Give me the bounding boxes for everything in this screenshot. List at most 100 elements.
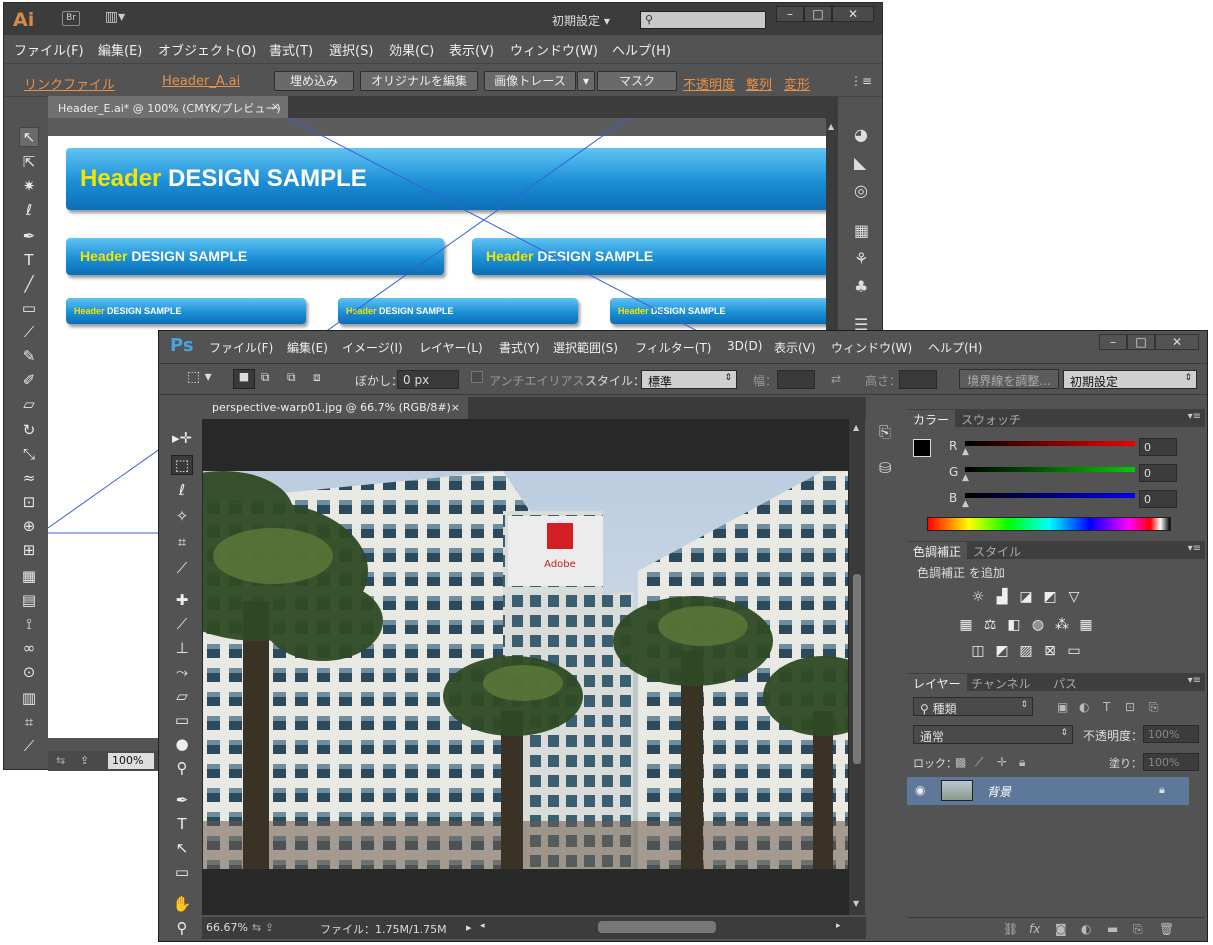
rectangle-tool-icon[interactable]: ▭	[19, 299, 39, 317]
new-group-icon[interactable]: ▬	[1107, 922, 1118, 936]
ps-menu-type[interactable]: 書式(Y)	[499, 339, 540, 356]
free-transform-tool-icon[interactable]: ⊡	[19, 493, 39, 511]
ps-menu-3d[interactable]: 3D(D)	[727, 339, 762, 353]
brightness-contrast-icon[interactable]: ☼	[969, 589, 987, 605]
workspace-switcher[interactable]: 初期設定 ▾	[552, 12, 610, 29]
help-search-input[interactable]: ⚲	[640, 11, 766, 29]
embed-button[interactable]: 埋め込み	[274, 71, 354, 91]
hand-tool-icon[interactable]: ✋	[171, 895, 193, 913]
ps-scroll-down-icon[interactable]: ▼	[853, 899, 859, 908]
eyedropper-tool-icon[interactable]: ⟟	[19, 615, 39, 633]
filter-pixel-icon[interactable]: ▣	[1057, 700, 1068, 714]
healing-brush-tool-icon[interactable]: ✚	[171, 591, 193, 609]
ps-close-button[interactable]: ✕	[1155, 334, 1199, 350]
move-tool-icon[interactable]: ▸✛	[171, 429, 193, 447]
gradient-map-icon[interactable]: ▭	[1065, 643, 1083, 659]
quick-selection-tool-icon[interactable]: ✧	[171, 507, 193, 525]
symbols-icon[interactable]: ♣	[854, 277, 868, 296]
magic-wand-tool-icon[interactable]: ✷	[19, 177, 39, 195]
filter-adjustment-icon[interactable]: ◐	[1079, 700, 1089, 714]
ps-menu-edit[interactable]: 編集(E)	[287, 339, 328, 356]
tab-swatches[interactable]: スウォッチ	[955, 410, 1027, 427]
menu-object[interactable]: オブジェクト(O)	[158, 40, 256, 59]
tab-channels[interactable]: チャンネル	[965, 674, 1037, 691]
menu-file[interactable]: ファイル(F)	[14, 40, 84, 59]
gradient-tool-icon[interactable]: ▤	[19, 591, 39, 609]
opacity-link[interactable]: 不透明度	[683, 74, 735, 93]
layer-visibility-eye-icon[interactable]: ◉	[915, 783, 925, 797]
line-tool-icon[interactable]: ╱	[19, 275, 39, 293]
ps-menu-layer[interactable]: レイヤー(L)	[419, 339, 483, 356]
g-slider-thumb[interactable]: ▲	[962, 473, 969, 483]
ps-hscroll-right-icon[interactable]: ▸	[836, 921, 841, 931]
intersect-selection-icon[interactable]: ⧈	[313, 370, 321, 385]
color-lookup-icon[interactable]: ▦	[1077, 617, 1095, 633]
b-slider-thumb[interactable]: ▲	[962, 499, 969, 509]
clone-stamp-tool-icon[interactable]: ⊥	[171, 639, 193, 657]
tab-adjustments[interactable]: 色調補正	[907, 542, 968, 559]
transform-link[interactable]: 変形	[784, 74, 810, 93]
scroll-up-icon[interactable]: ▲	[828, 122, 834, 131]
menu-edit[interactable]: 編集(E)	[98, 40, 142, 59]
warp-tool-icon[interactable]: ≈	[19, 469, 39, 487]
lock-pixels-icon[interactable]: ⟋	[975, 755, 983, 770]
direct-selection-tool-icon[interactable]: ⇱	[19, 153, 39, 171]
layer-style-icon[interactable]: fx	[1029, 922, 1040, 936]
align-link[interactable]: 整列	[746, 74, 772, 93]
ps-zoom-value[interactable]: 66.67%	[206, 921, 248, 934]
menu-select[interactable]: 選択(S)	[329, 40, 373, 59]
ps-hscroll-left-icon[interactable]: ◂	[480, 921, 485, 931]
adjustments-menu-icon[interactable]: ▾≡	[1188, 543, 1201, 554]
history-panel-icon[interactable]: ⎘	[879, 423, 891, 441]
filter-smart-object-icon[interactable]: ⎘	[1149, 700, 1159, 715]
color-spectrum-bar[interactable]	[927, 517, 1171, 531]
height-input[interactable]	[899, 370, 937, 389]
ps-eraser-tool-icon[interactable]: ▱	[171, 687, 193, 705]
eraser-tool-icon[interactable]: ▱	[19, 395, 39, 413]
exposure-icon[interactable]: ◩	[1041, 589, 1059, 605]
ps-vscroll-thumb[interactable]	[853, 574, 861, 764]
photoshop-document-tab[interactable]: perspective-warp01.jpg @ 66.7% (RGB/8#) …	[202, 397, 468, 419]
width-input[interactable]	[777, 370, 815, 389]
brushes-icon[interactable]: ⚘	[854, 249, 868, 268]
appearance-icon[interactable]: ◎	[854, 181, 868, 200]
ps-menu-window[interactable]: ウィンドウ(W)	[831, 339, 912, 356]
g-value[interactable]: 0	[1139, 464, 1177, 482]
photoshop-vertical-scrollbar[interactable]: ▲ ▼	[849, 419, 865, 915]
mask-button[interactable]: マスク	[597, 71, 677, 91]
color-guide-icon[interactable]: ◕	[854, 125, 868, 144]
ps-pen-tool-icon[interactable]: ✒	[171, 791, 193, 809]
graph-tool-icon[interactable]: ▥	[19, 689, 39, 707]
close-tab-icon[interactable]: ×	[271, 100, 280, 113]
add-selection-icon[interactable]: ⧉	[261, 370, 270, 385]
lock-transparency-icon[interactable]: ▩	[955, 755, 966, 769]
new-selection-icon[interactable]: ■	[233, 369, 255, 389]
r-value[interactable]: 0	[1139, 438, 1177, 456]
ps-hscroll-thumb[interactable]	[598, 921, 716, 933]
paintbrush-tool-icon[interactable]: ⟋	[19, 323, 39, 341]
ps-menu-image[interactable]: イメージ(I)	[342, 339, 403, 356]
menu-type[interactable]: 書式(T)	[269, 40, 313, 59]
crop-tool-icon[interactable]: ⌗	[171, 533, 193, 551]
bridge-button[interactable]: Br	[62, 11, 80, 26]
tab-color[interactable]: カラー	[907, 410, 956, 427]
ps-lasso-tool-icon[interactable]: ℓ	[171, 481, 193, 499]
ps-menu-help[interactable]: ヘルプ(H)	[928, 339, 982, 356]
swatches-icon[interactable]: ▦	[854, 221, 869, 240]
tab-styles[interactable]: スタイル	[967, 542, 1027, 559]
menu-help[interactable]: ヘルプ(H)	[612, 40, 671, 59]
black-white-icon[interactable]: ◧	[1005, 617, 1023, 633]
photoshop-canvas-area[interactable]: Adobe	[202, 419, 849, 915]
blur-tool-icon[interactable]: ●	[171, 735, 193, 753]
layers-menu-icon[interactable]: ▾≡	[1188, 675, 1201, 686]
ps-maximize-button[interactable]: □	[1127, 334, 1155, 350]
gradient-panel-icon[interactable]: ◣	[854, 153, 866, 172]
invert-icon[interactable]: ◫	[969, 643, 987, 659]
channel-mixer-icon[interactable]: ⁂	[1053, 617, 1071, 633]
panel-menu-icon[interactable]: ⋮≡	[850, 74, 872, 88]
new-layer-icon[interactable]: ⎘	[1133, 922, 1143, 937]
fill-input[interactable]: 100%	[1143, 753, 1199, 771]
color-panel-menu-icon[interactable]: ▾≡	[1188, 411, 1201, 422]
add-mask-icon[interactable]: ◙	[1055, 922, 1067, 936]
pen-tool-icon[interactable]: ✒	[19, 227, 39, 245]
